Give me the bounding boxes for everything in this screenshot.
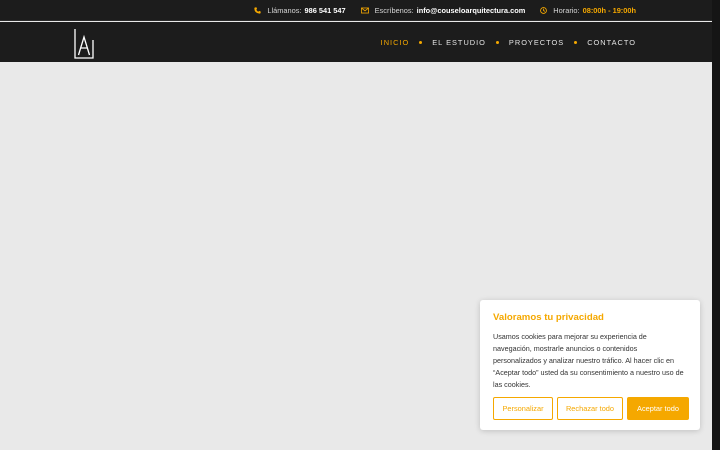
email-label: Escríbenos: (374, 5, 414, 15)
scrollbar[interactable] (712, 0, 720, 450)
nav-separator (495, 40, 499, 44)
reject-all-button[interactable]: Rechazar todo (557, 397, 623, 420)
hours-value: 08:00h - 19:00h (582, 5, 636, 15)
hours-label: Horario: (553, 5, 580, 15)
cookie-buttons: Personalizar Rechazar todo Aceptar todo (493, 397, 689, 420)
nav-separator (574, 40, 578, 44)
email-address[interactable]: info@couseloarquitectura.com (417, 6, 526, 15)
cookie-text: Usamos cookies para mejorar su experienc… (493, 332, 684, 389)
nav-item-contacto[interactable]: CONTACTO (587, 38, 636, 47)
email-info[interactable]: Escríbenos: info@couseloarquitectura.com (360, 5, 526, 15)
cookie-consent-banner: Valoramos tu privacidad Usamos cookies p… (480, 300, 700, 430)
hours-info: Horario: 08:00h - 19:00h (540, 6, 636, 15)
nav-item-inicio[interactable]: INICIO (381, 38, 410, 47)
phone-icon (254, 6, 262, 14)
top-info-bar: Llámanos: 986 541 547 Escríbenos: info@c… (0, 0, 712, 21)
clock-icon (540, 6, 548, 14)
phone-label: Llámanos: (267, 5, 302, 15)
cookie-title: Valoramos tu privacidad (493, 312, 604, 323)
nav-item-el-estudio[interactable]: EL ESTUDIO (432, 38, 486, 47)
nav-separator (419, 40, 423, 44)
accept-all-button[interactable]: Aceptar todo (627, 397, 689, 420)
customize-button[interactable]: Personalizar (493, 397, 553, 420)
nav-item-proyectos[interactable]: PROYECTOS (509, 38, 564, 47)
main-nav: INICIO EL ESTUDIO PROYECTOS CONTACTO (381, 22, 636, 62)
phone-number[interactable]: 986 541 547 (305, 6, 346, 15)
main-header: INICIO EL ESTUDIO PROYECTOS CONTACTO (0, 22, 712, 62)
logo-icon[interactable] (74, 28, 94, 59)
envelope-icon (360, 7, 369, 13)
phone-info[interactable]: Llámanos: 986 541 547 (254, 5, 346, 15)
